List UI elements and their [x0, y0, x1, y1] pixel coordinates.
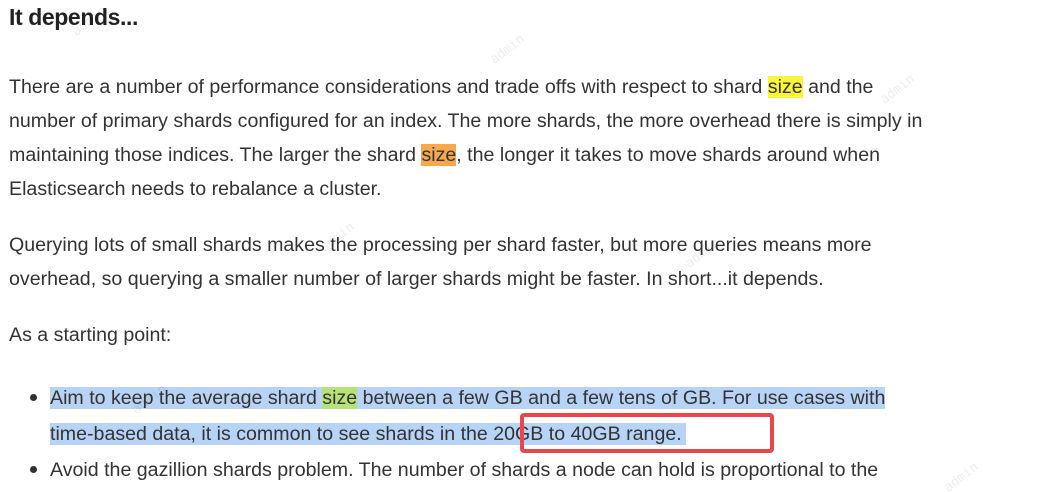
- text-line: Elasticsearch needs to rebalance a clust…: [9, 178, 382, 200]
- document-page: It depends... There are a number of perf…: [0, 0, 1037, 492]
- text-run: There are a number of performance consid…: [9, 76, 768, 98]
- watermark-text: admin: [487, 31, 528, 68]
- text-line: number of primary shards configured for …: [9, 110, 923, 132]
- list-item: Avoid the gazillion shards problem. The …: [0, 452, 885, 488]
- list-item-text[interactable]: Avoid the gazillion shards problem. The …: [0, 452, 885, 488]
- section-heading: It depends...: [9, 4, 138, 30]
- text-run: Aim to keep the average shard: [50, 387, 323, 409]
- text-run: , the longer it takes to move shards aro…: [456, 144, 880, 166]
- text-line: Avoid the gazillion shards problem. The …: [50, 459, 879, 481]
- text-line: There are a number of performance consid…: [9, 70, 922, 104]
- watermark-text: admin: [941, 459, 982, 492]
- paragraph-starting-point: As a starting point:: [9, 324, 172, 346]
- search-highlight: size: [767, 76, 803, 98]
- text-line: Aim to keep the average shard size betwe…: [50, 380, 886, 416]
- text-run: and the: [802, 76, 874, 98]
- search-highlight: size: [322, 387, 358, 409]
- text-run: between a few GB and a few tens of GB. F…: [357, 387, 886, 409]
- annotation-box: [520, 413, 774, 453]
- paragraph-performance: There are a number of performance consid…: [9, 70, 922, 206]
- text-line: overhead, so querying a smaller number o…: [9, 268, 824, 290]
- paragraph-querying: Querying lots of small shards makes the …: [9, 228, 872, 296]
- text-line: maintaining those indices. The larger th…: [9, 138, 922, 172]
- text-run: maintaining those indices. The larger th…: [9, 144, 422, 166]
- bullet-icon: [30, 394, 37, 401]
- selected-text: Aim to keep the average shard size betwe…: [50, 387, 886, 409]
- text-line: Querying lots of small shards makes the …: [9, 234, 872, 256]
- search-highlight-current: size: [421, 144, 457, 166]
- bullet-icon: [30, 466, 37, 473]
